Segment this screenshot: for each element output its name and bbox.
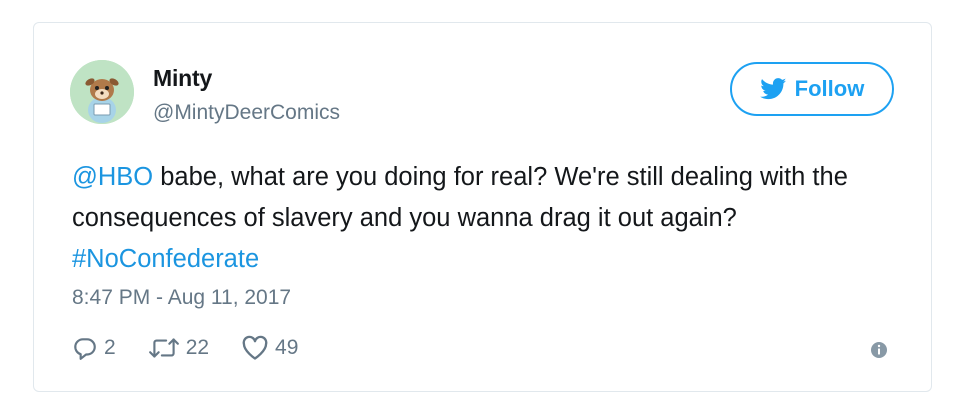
author-handle[interactable]: @MintyDeerComics	[153, 101, 340, 125]
tweet-card: Minty @MintyDeerComics Follow @HBO babe,…	[33, 22, 932, 392]
info-icon[interactable]	[870, 341, 888, 359]
follow-label: Follow	[794, 76, 865, 101]
retweet-count: 22	[185, 336, 210, 359]
tweet-actions: 2 22 49	[72, 335, 330, 361]
tweet-timestamp[interactable]: 8:47 PM - Aug 11, 2017	[72, 286, 291, 310]
like-button[interactable]: 49	[241, 335, 298, 361]
reply-count: 2	[104, 336, 116, 359]
follow-button[interactable]: Follow	[730, 62, 894, 116]
reply-button[interactable]: 2	[72, 335, 116, 361]
heart-icon	[242, 335, 268, 360]
retweet-icon	[148, 338, 179, 358]
avatar-deer-illustration	[70, 60, 134, 124]
twitter-bird-icon	[759, 78, 786, 100]
mention-link[interactable]: @HBO	[72, 163, 153, 191]
hashtag-link[interactable]: #NoConfederate	[72, 245, 259, 273]
author-name[interactable]: Minty	[153, 65, 212, 92]
retweet-button[interactable]: 22	[148, 335, 209, 361]
tweet-text: @HBO babe, what are you doing for real? …	[72, 157, 862, 280]
tweet-body: babe, what are you doing for real? We're…	[72, 163, 848, 232]
avatar[interactable]	[70, 60, 134, 124]
reply-icon	[74, 338, 96, 360]
like-count: 49	[275, 336, 299, 359]
